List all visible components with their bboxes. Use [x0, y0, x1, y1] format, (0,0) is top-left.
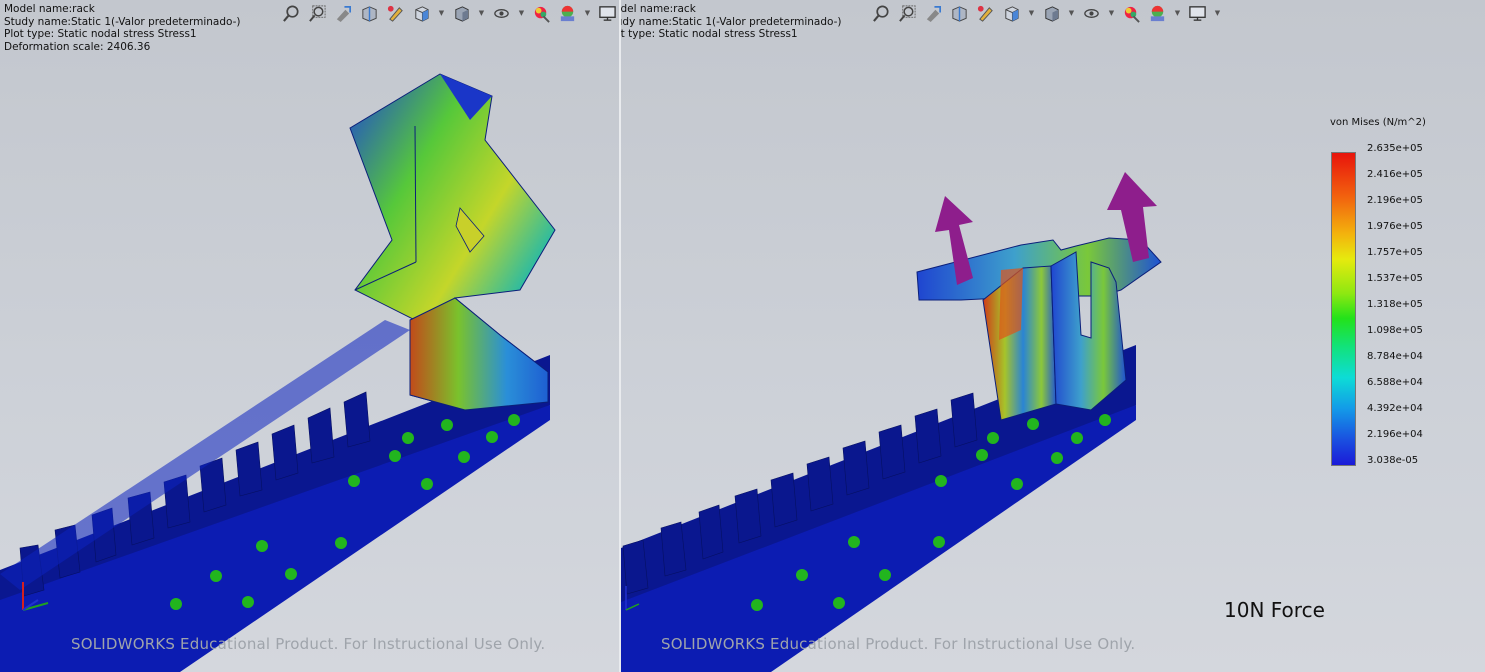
chevron-down-icon[interactable]: ▼ [1067, 3, 1076, 24]
edit-appearance-icon[interactable] [531, 3, 552, 24]
section-view-icon[interactable] [359, 3, 380, 24]
legend-value: 2.416e+05 [1367, 169, 1423, 180]
plot-info: Model name:rack Study name:Static 1(-Val… [621, 3, 842, 41]
previous-view-icon[interactable] [923, 3, 944, 24]
model-name-line: Model name:rack [4, 3, 95, 15]
zoom-to-area-icon[interactable] [307, 3, 328, 24]
heads-up-toolbar: ▼ ▼ ▼ ▼ ▼ [281, 2, 619, 24]
zoom-to-fit-icon[interactable] [871, 3, 892, 24]
model-name-line: Model name:rack [621, 3, 696, 15]
legend-labels: 2.635e+05 2.416e+05 2.196e+05 1.976e+05 … [1367, 143, 1423, 481]
dynamic-annotation-icon[interactable] [385, 3, 406, 24]
heads-up-toolbar: ▼ ▼ ▼ ▼ ▼ [871, 2, 1222, 24]
chevron-down-icon[interactable]: ▼ [477, 3, 486, 24]
view-orientation-icon[interactable] [411, 3, 432, 24]
legend-value: 4.392e+04 [1367, 403, 1423, 414]
legend-value: 1.318e+05 [1367, 299, 1423, 310]
legend-value: 1.976e+05 [1367, 221, 1423, 232]
study-name-line: Study name:Static 1(-Valor predeterminad… [4, 15, 241, 28]
apply-scene-icon[interactable] [1147, 3, 1168, 24]
view-settings-icon[interactable] [1187, 3, 1208, 24]
edit-appearance-icon[interactable] [1121, 3, 1142, 24]
deformation-scale-line: Deformation scale: 2406.36 [4, 40, 151, 53]
chevron-down-icon[interactable]: ▼ [437, 3, 446, 24]
legend-value: 1.098e+05 [1367, 325, 1423, 336]
plot-type-line: Plot type: Static nodal stress Stress1 [621, 28, 798, 41]
deformed-model-graphic [0, 73, 556, 672]
right-viewport[interactable]: Model name:rack Study name:Static 1(-Val… [621, 0, 1485, 672]
legend-value: 8.784e+04 [1367, 351, 1423, 362]
educational-watermark: SOLIDWORKS Educational Product. For Inst… [71, 635, 546, 653]
view-settings-icon[interactable] [597, 3, 618, 24]
hide-show-icon[interactable] [491, 3, 512, 24]
chevron-down-icon[interactable]: ▼ [1213, 3, 1222, 24]
legend-value: 2.635e+05 [1367, 143, 1423, 154]
educational-watermark: SOLIDWORKS Educational Product. For Inst… [661, 635, 1136, 653]
zoom-to-fit-icon[interactable] [281, 3, 302, 24]
display-style-icon[interactable] [1041, 3, 1062, 24]
legend-value: 3.038e-05 [1367, 455, 1419, 466]
chevron-down-icon[interactable]: ▼ [1027, 3, 1036, 24]
section-view-icon[interactable] [949, 3, 970, 24]
chevron-down-icon[interactable]: ▼ [583, 3, 592, 24]
legend-value: 1.537e+05 [1367, 273, 1423, 284]
legend-value: 2.196e+05 [1367, 195, 1423, 206]
dynamic-annotation-icon[interactable] [975, 3, 996, 24]
study-name-line: Study name:Static 1(-Valor predeterminad… [621, 15, 842, 28]
chevron-down-icon[interactable]: ▼ [1173, 3, 1182, 24]
view-orientation-icon[interactable] [1001, 3, 1022, 24]
legend-value: 6.588e+04 [1367, 377, 1423, 388]
legend-value: 1.757e+05 [1367, 247, 1423, 258]
legend-title: von Mises (N/m^2) [1330, 117, 1426, 128]
chevron-down-icon[interactable]: ▼ [517, 3, 526, 24]
plot-type-line: Plot type: Static nodal stress Stress1 [4, 28, 197, 41]
left-viewport[interactable]: Model name:rack Study name:Static 1(-Val… [0, 0, 619, 672]
legend-value: 2.196e+04 [1367, 429, 1423, 440]
stress-color-scale [1331, 152, 1356, 466]
hide-show-icon[interactable] [1081, 3, 1102, 24]
zoom-to-area-icon[interactable] [897, 3, 918, 24]
previous-view-icon[interactable] [333, 3, 354, 24]
force-annotation: 10N Force [1224, 598, 1325, 622]
display-style-icon[interactable] [451, 3, 472, 24]
apply-scene-icon[interactable] [557, 3, 578, 24]
chevron-down-icon[interactable]: ▼ [1107, 3, 1116, 24]
plot-info: Model name:rack Study name:Static 1(-Val… [4, 3, 241, 53]
